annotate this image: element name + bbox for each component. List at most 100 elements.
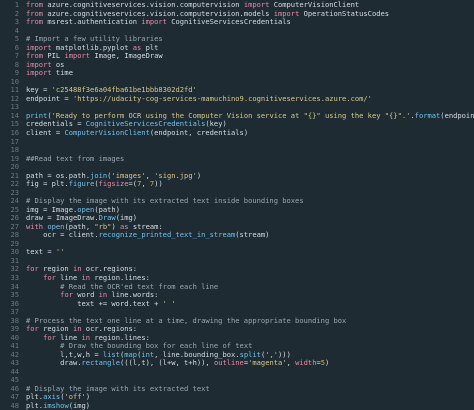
code-line[interactable]: 10	[0, 77, 474, 87]
code-line[interactable]: 19 ##Read text from images	[0, 154, 474, 164]
code-token: as	[120, 222, 129, 231]
code-line[interactable]: 4	[0, 25, 474, 36]
code-line[interactable]: 48 plt.imshow(img)	[0, 401, 474, 410]
code-token: (path,	[64, 222, 95, 231]
code-token: plt	[141, 43, 159, 52]
code-token: ,	[286, 359, 296, 368]
code-text: ##Read text from images	[26, 155, 474, 164]
code-line[interactable]: 47 plt.axis('off')	[0, 393, 474, 402]
code-line[interactable]: 43 draw.rectangle(((l,t), (l+w, t+h)), o…	[0, 359, 474, 368]
code-line[interactable]: 24 # Display the image with its extracted…	[0, 197, 474, 206]
code-token: 'sign.jpg'	[154, 171, 197, 180]
code-line[interactable]: 41 # Draw the bounding box for each line…	[0, 342, 474, 351]
code-line[interactable]: 30 text = ''	[0, 248, 474, 257]
code-token: rectangle	[81, 359, 120, 368]
code-line[interactable]: 12 endpoint = 'https://udacity-cog-servic…	[0, 94, 474, 104]
code-line[interactable]: 26 draw = ImageDraw.Draw(img)	[0, 214, 474, 223]
code-line[interactable]: 28 ocr = client.recognize_printed_text_i…	[0, 231, 474, 240]
code-token: import	[273, 9, 300, 18]
code-line[interactable]: 29	[0, 239, 474, 249]
line-number: 4	[14, 25, 19, 35]
code-token: region	[38, 325, 73, 334]
code-token: img = Image.	[26, 205, 78, 214]
code-text: import os	[26, 61, 474, 70]
code-line[interactable]: 14 print('Ready to perform OCR using the …	[0, 111, 474, 121]
code-token: in	[98, 291, 108, 300]
code-token: matplotlib.pyplot	[51, 43, 133, 52]
code-line[interactable]: 15 credentials = CognitiveServicesCredent…	[0, 120, 474, 129]
code-line[interactable]: 13	[0, 103, 474, 112]
code-text: with open(path, "rb") as stream:	[26, 223, 474, 232]
code-text: for region in ocr.regions:	[26, 265, 474, 274]
code-line[interactable]: 35 for word in line.words:	[0, 291, 474, 300]
code-token: ','	[265, 350, 279, 359]
code-line[interactable]: 38 # Process the text one line at a time,…	[0, 316, 474, 326]
code-line[interactable]: 5 # Import a few utility libraries	[0, 35, 474, 44]
code-line[interactable]: 2 from azure.cognitiveservices.vision.com…	[0, 9, 474, 19]
code-text: ocr = client.recognize_printed_text_in_s…	[26, 231, 474, 240]
code-token: in	[81, 333, 91, 342]
code-token: # Display the image with its extracted t…	[26, 197, 304, 206]
code-line[interactable]: 25 img = Image.open(path)	[0, 205, 474, 215]
code-line[interactable]: 16 client = ComputerVisionClient(endpoint…	[0, 128, 474, 138]
code-line[interactable]: 6 import matplotlib.pyplot as plt	[0, 42, 474, 53]
code-line[interactable]: 22 fig = plt.figure(figsize=(7, 7))	[0, 180, 474, 189]
code-token: time	[51, 69, 73, 78]
code-token: import	[243, 1, 270, 9]
code-line[interactable]: 1 from azure.cognitiveservices.vision.com…	[0, 0, 474, 10]
code-line[interactable]: 17	[0, 137, 474, 147]
code-token: 'c25488f3e6a04fba61be1bbb8302d2fd'	[51, 86, 197, 95]
code-line[interactable]: 40 for line in region.lines:	[0, 333, 474, 343]
code-text: endpoint = 'https://udacity-cog-services…	[26, 95, 474, 104]
code-line[interactable]: 8 import os	[0, 60, 474, 70]
code-line[interactable]: 3 from msrest.authentication import Cogni…	[0, 18, 474, 27]
code-line[interactable]: 45	[0, 376, 474, 385]
line-number: 6	[14, 42, 19, 52]
code-token: azure.cognitiveservices.vision.computerv…	[43, 1, 244, 9]
code-line[interactable]: 39 for region in ocr.regions:	[0, 325, 474, 334]
code-line[interactable]: 34 # Read the OCR'ed text from each line	[0, 282, 474, 292]
code-line[interactable]: 36 text += word.text + ' '	[0, 299, 474, 309]
code-token: from	[26, 52, 44, 61]
code-token: path = os.path.	[26, 171, 91, 180]
code-editor[interactable]: 1 from azure.cognitiveservices.vision.com…	[0, 0, 474, 410]
code-token: list	[102, 350, 120, 359]
code-line[interactable]: 21 path = os.path.join('images', 'sign.jp…	[0, 171, 474, 181]
code-token: (endpoint, credentials)	[149, 128, 249, 137]
code-line[interactable]: 9 import time	[0, 69, 474, 78]
code-text: print('Ready to perform OCR using the Co…	[26, 112, 474, 121]
code-token: (path)	[94, 205, 120, 214]
code-line[interactable]: 27 with open(path, "rb") as stream:	[0, 222, 474, 232]
code-token: from	[26, 1, 44, 9]
code-line[interactable]: 37	[0, 308, 474, 317]
code-token: width	[295, 359, 317, 368]
code-token: msrest.authentication	[43, 18, 142, 27]
code-token: print	[26, 111, 48, 120]
code-text: # Read the OCR'ed text from each line	[26, 283, 474, 292]
code-line[interactable]: 42 l,t,w,h = list(map(int, line.bounding…	[0, 350, 474, 360]
code-token: (key)	[205, 120, 227, 129]
code-line[interactable]: 18	[0, 145, 474, 155]
code-line[interactable]: 7 from PIL import Image, ImageDraw	[0, 52, 474, 61]
code-line[interactable]: 33 for line in region.lines:	[0, 273, 474, 283]
code-line[interactable]: 20	[0, 163, 474, 172]
code-token: plt.	[26, 401, 44, 410]
code-line[interactable]: 44	[0, 367, 474, 377]
code-line[interactable]: 32 for region in ocr.regions:	[0, 265, 474, 274]
code-token: # Display the image with its extracted t…	[26, 384, 210, 393]
code-line[interactable]: 31	[0, 256, 474, 266]
code-text: # Process the text one line at a time, d…	[26, 317, 474, 326]
code-line[interactable]: 23	[0, 188, 474, 198]
code-line[interactable]: 11 key = 'c25488f3e6a04fba61be1bbb8302d2f…	[0, 86, 474, 95]
code-token: line.words:	[107, 291, 159, 300]
code-text: fig = plt.figure(figsize=(7, 7))	[26, 180, 474, 189]
code-token: (img)	[115, 214, 138, 223]
code-text: from azure.cognitiveservices.vision.comp…	[26, 1, 474, 10]
code-token: text += word.text +	[26, 299, 163, 308]
code-line[interactable]: 46 # Display the image with its extracted…	[0, 384, 474, 394]
